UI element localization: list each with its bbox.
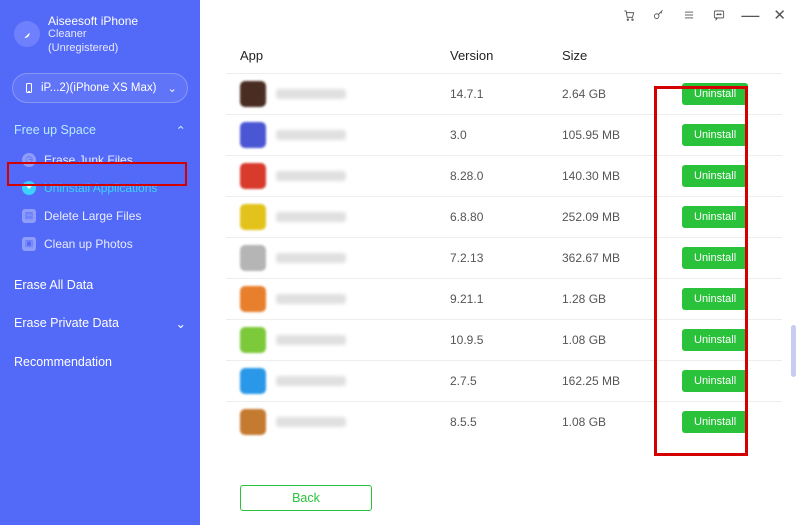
device-label: iP...2)(iPhone XS Max) [41,82,156,94]
clock-icon: ◷ [22,153,36,167]
brand-line2: Cleaner [48,28,87,40]
app-version: 7.2.13 [450,251,562,265]
col-version: Version [450,48,562,63]
gear-icon: ✦ [22,181,36,195]
sidebar-big-label: Erase Private Data [14,316,119,330]
app-icon [240,245,266,271]
app-name-blurred [276,171,346,181]
app-icon [240,163,266,189]
table-row: 7.2.13362.67 MBUninstall [226,237,782,278]
app-size: 162.25 MB [562,374,682,388]
cart-icon[interactable] [621,7,637,23]
device-selector[interactable]: iP...2)(iPhone XS Max) ⌄ [12,73,188,103]
uninstall-button[interactable]: Uninstall [682,165,748,187]
scrollbar-thumb[interactable] [791,325,796,377]
app-icon [240,286,266,312]
app-size: 2.64 GB [562,87,682,101]
app-icon [240,368,266,394]
app-rows: 14.7.12.64 GBUninstall3.0105.95 MBUninst… [226,73,782,475]
section-free-up-space[interactable]: Free up Space ⌃ [0,115,200,146]
close-button[interactable]: ✕ [773,6,786,24]
col-app: App [240,48,450,63]
app-version: 14.7.1 [450,87,562,101]
table-row: 8.5.51.08 GBUninstall [226,401,782,442]
app-version: 6.8.80 [450,210,562,224]
uninstall-button[interactable]: Uninstall [682,288,748,310]
table-row: 8.28.0140.30 MBUninstall [226,155,782,196]
sidebar: Aiseesoft iPhone Cleaner (Unregistered) … [0,0,200,525]
table-row: 3.0105.95 MBUninstall [226,114,782,155]
brand-logo-icon [14,21,40,47]
sidebar-item-erase-private[interactable]: Erase Private Data ⌄ [0,304,200,343]
app-size: 105.95 MB [562,128,682,142]
chevron-up-icon: ⌃ [176,123,186,138]
chevron-down-icon: ⌄ [167,81,177,95]
uninstall-button[interactable]: Uninstall [682,247,748,269]
sidebar-item-label: Delete Large Files [44,209,141,223]
app-size: 362.67 MB [562,251,682,265]
app-size: 1.28 GB [562,292,682,306]
uninstall-button[interactable]: Uninstall [682,83,748,105]
main-panel: — ✕ App Version Size 14.7.12.64 GBUninst… [200,0,800,525]
app-icon [240,409,266,435]
uninstall-button[interactable]: Uninstall [682,206,748,228]
table-row: 10.9.51.08 GBUninstall [226,319,782,360]
app-version: 8.5.5 [450,415,562,429]
app-size: 1.08 GB [562,415,682,429]
brand: Aiseesoft iPhone Cleaner (Unregistered) [0,10,200,67]
app-name-blurred [276,335,346,345]
app-name-blurred [276,417,346,427]
app-version: 3.0 [450,128,562,142]
app-name-blurred [276,130,346,140]
app-name-blurred [276,294,346,304]
sidebar-item-erase-all[interactable]: Erase All Data [0,266,200,304]
col-size: Size [562,48,682,63]
phone-icon [23,82,35,94]
uninstall-button[interactable]: Uninstall [682,329,748,351]
sidebar-item-uninstall-apps[interactable]: ✦ Uninstall Applications [0,174,200,202]
app-icon [240,204,266,230]
uninstall-button[interactable]: Uninstall [682,124,748,146]
brand-line1: Aiseesoft iPhone [48,14,138,28]
sidebar-item-label: Erase Junk Files [44,153,133,167]
app-version: 2.7.5 [450,374,562,388]
key-icon[interactable] [651,7,667,23]
app-name-blurred [276,253,346,263]
feedback-icon[interactable] [711,7,727,23]
app-size: 1.08 GB [562,333,682,347]
sidebar-big-label: Recommendation [14,355,112,369]
sidebar-item-recommendation[interactable]: Recommendation [0,343,200,381]
app-name-blurred [276,89,346,99]
brand-status: (Unregistered) [48,42,118,54]
table-row: 2.7.5162.25 MBUninstall [226,360,782,401]
sidebar-item-clean-photos[interactable]: ▣ Clean up Photos [0,230,200,258]
app-version: 8.28.0 [450,169,562,183]
app-name-blurred [276,212,346,222]
photo-icon: ▣ [22,237,36,251]
sidebar-item-label: Uninstall Applications [44,181,157,195]
file-icon: ▤ [22,209,36,223]
sidebar-big-label: Erase All Data [14,278,93,292]
titlebar: — ✕ [621,6,786,24]
uninstall-button[interactable]: Uninstall [682,370,748,392]
section-title: Free up Space [14,123,96,137]
back-button[interactable]: Back [240,485,372,511]
chevron-down-icon: ⌄ [176,316,186,331]
app-icon [240,81,266,107]
sidebar-item-erase-junk[interactable]: ◷ Erase Junk Files [0,146,200,174]
table-row: 9.21.11.28 GBUninstall [226,278,782,319]
uninstall-button[interactable]: Uninstall [682,411,748,433]
sidebar-item-delete-large[interactable]: ▤ Delete Large Files [0,202,200,230]
app-version: 10.9.5 [450,333,562,347]
app-version: 9.21.1 [450,292,562,306]
menu-icon[interactable] [681,7,697,23]
app-size: 140.30 MB [562,169,682,183]
app-icon [240,327,266,353]
app-name-blurred [276,376,346,386]
app-size: 252.09 MB [562,210,682,224]
table-row: 14.7.12.64 GBUninstall [226,73,782,114]
app-icon [240,122,266,148]
table-row: 6.8.80252.09 MBUninstall [226,196,782,237]
sidebar-item-label: Clean up Photos [44,237,133,251]
